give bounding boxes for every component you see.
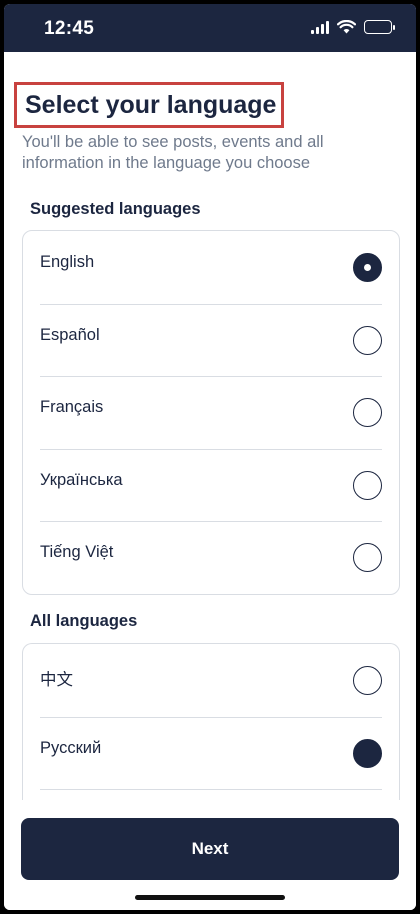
all-languages-list: 中文 Русский (22, 643, 400, 800)
language-option-chinese[interactable]: 中文 (23, 644, 399, 717)
suggested-languages-heading: Suggested languages (30, 200, 201, 218)
next-button[interactable]: Next (21, 818, 399, 880)
language-label: Français (40, 398, 104, 416)
language-label: English (40, 253, 95, 271)
status-bar: 12:45 (4, 4, 416, 52)
bottom-bar: Next (4, 800, 416, 910)
all-languages-heading: All languages (30, 612, 138, 630)
status-icons (311, 20, 395, 34)
radio-unselected-icon[interactable] (353, 325, 382, 355)
title-highlight-box: Select your language (14, 82, 284, 128)
radio-unselected-icon[interactable] (353, 470, 382, 500)
language-label: Tiếng Việt (40, 543, 114, 561)
wifi-icon (337, 20, 356, 34)
language-option-vietnamese[interactable]: Tiếng Việt (23, 521, 399, 594)
language-label: 中文 (40, 671, 73, 689)
language-label: Español (40, 325, 100, 344)
main-content: Select your language You'll be able to s… (4, 52, 416, 800)
language-option-partial (23, 789, 399, 800)
home-indicator[interactable] (135, 895, 285, 900)
language-option-ukrainian[interactable]: Українська (23, 448, 399, 522)
language-option-espanol[interactable]: Español (23, 303, 399, 377)
radio-unselected-icon[interactable] (353, 666, 382, 695)
radio-selected-icon[interactable] (353, 253, 382, 282)
language-option-francais[interactable]: Français (23, 376, 399, 449)
language-option-english[interactable]: English (23, 231, 399, 304)
page-title: Select your language (25, 91, 277, 119)
suggested-languages-list: English Español Français Українська Tiến… (22, 230, 400, 595)
status-time: 12:45 (44, 18, 95, 39)
language-label: Русский (40, 738, 102, 757)
page-subtitle: You'll be able to see posts, events and … (22, 133, 324, 172)
language-label: Українська (40, 470, 123, 489)
radio-unselected-icon[interactable] (353, 398, 382, 427)
battery-icon (364, 20, 395, 34)
language-option-russian[interactable]: Русский (23, 716, 399, 790)
cellular-signal-icon (311, 20, 329, 34)
radio-unselected-icon[interactable] (353, 543, 382, 572)
radio-selected-icon[interactable] (353, 738, 382, 768)
phone-screen: 12:45 Select your language You'll be abl… (4, 4, 416, 910)
